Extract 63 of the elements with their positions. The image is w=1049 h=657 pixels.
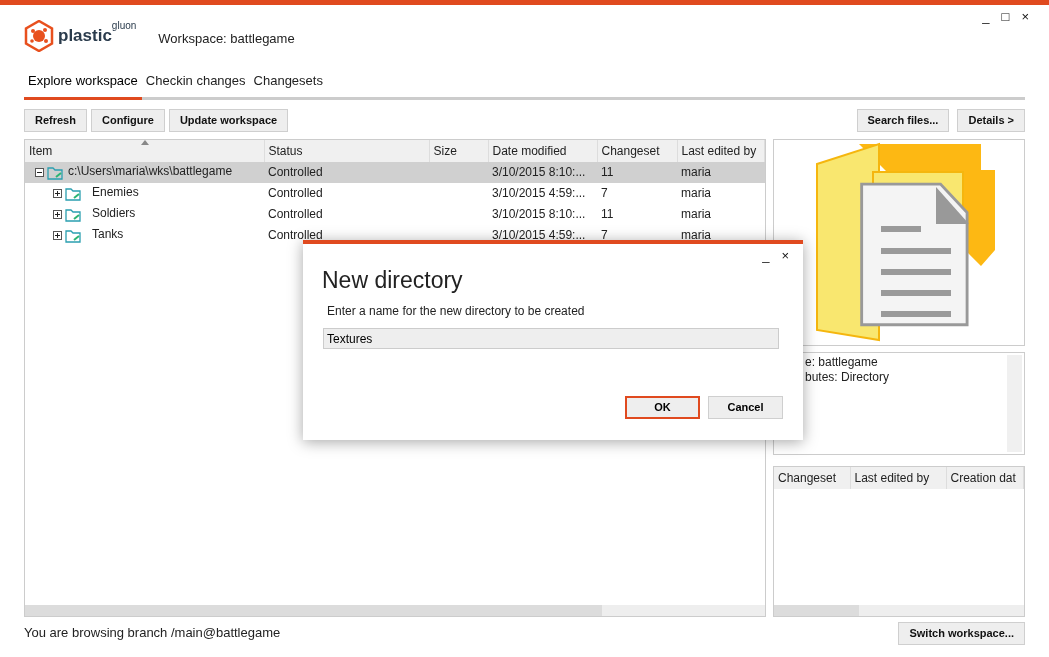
toolbar-button[interactable]: Update workspace <box>168 108 289 132</box>
directory-name-field[interactable]: Textures <box>323 328 779 349</box>
table-row-item[interactable]: Tanks <box>25 224 264 246</box>
table-cell: Controlled <box>264 182 429 204</box>
status-text: You are browsing branch /main@battlegame <box>24 624 281 643</box>
close-button[interactable]: × <box>1015 7 1035 27</box>
close-button[interactable]: × <box>775 246 795 266</box>
column-header[interactable]: Status <box>264 139 429 162</box>
scrollbar[interactable] <box>1007 354 1022 452</box>
table-cell-text: Controlled <box>267 205 324 223</box>
workspace-title: Workspace: battlegame <box>158 30 295 49</box>
minimize-button[interactable]: _ <box>976 7 996 27</box>
dialog-title: New directory <box>322 266 463 294</box>
table-cell-text: Controlled <box>267 226 324 244</box>
table-row-item[interactable]: Enemies <box>25 182 264 204</box>
sort-arrow-icon <box>141 139 149 145</box>
table-cell: Controlled <box>264 161 429 183</box>
column-header[interactable]: Size <box>429 139 488 162</box>
logo-icon <box>24 20 54 52</box>
table-cell: maria <box>677 182 765 204</box>
tab[interactable]: Changesets <box>249 69 327 97</box>
item-name: Tanks <box>92 226 124 241</box>
toolbar-button[interactable]: Configure <box>90 108 165 132</box>
column-header[interactable]: Date modified <box>488 139 597 162</box>
table-cell-text: 3/10/2015 4:59:... <box>491 226 587 244</box>
info-text: butes: Directory <box>805 369 891 385</box>
dialog-button[interactable]: Cancel <box>708 396 783 419</box>
table-cell-text: 11 <box>600 205 615 223</box>
logo-text: plastic <box>58 26 112 48</box>
maximize-button[interactable]: □ <box>995 7 1016 27</box>
column-header[interactable]: Changeset <box>774 466 850 489</box>
column-header[interactable]: Creation dat <box>946 466 1024 489</box>
table-cell: 7 <box>597 182 677 204</box>
scrollbar[interactable] <box>774 604 1024 616</box>
table-row-item[interactable]: c:\Users\maria\wks\battlegame <box>25 161 264 183</box>
item-name: c:\Users\maria\wks\battlegame <box>68 163 233 178</box>
column-header[interactable]: Last edited by <box>850 466 946 489</box>
table-cell-text: maria <box>680 226 712 244</box>
toolbar-button[interactable]: Details > <box>957 108 1025 132</box>
dialog-prompt: Enter a name for the new directory to be created <box>327 303 585 320</box>
table-cell-text: 7 <box>600 226 609 244</box>
column-header[interactable]: Changeset <box>597 139 677 162</box>
table-cell: 3/10/2015 8:10:... <box>488 161 597 183</box>
scrollbar[interactable] <box>25 604 765 616</box>
logo-suffix: gluon <box>111 19 137 31</box>
tab[interactable]: Checkin changes <box>141 69 250 97</box>
tab[interactable]: Explore workspace <box>24 69 142 97</box>
info-text: e: battlegame <box>805 354 879 370</box>
table-cell: maria <box>677 161 765 183</box>
dialog-button[interactable]: OK <box>625 396 700 419</box>
table-row-item[interactable]: Soldiers <box>25 203 264 225</box>
item-name: Enemies <box>92 184 139 199</box>
table-cell-text: 3/10/2015 8:10:... <box>491 205 587 223</box>
table-cell: 11 <box>597 161 677 183</box>
minimize-button[interactable]: _ <box>756 246 776 266</box>
column-header[interactable]: Last edited by <box>677 139 765 162</box>
switch-workspace-button[interactable]: Switch workspace... <box>898 621 1025 645</box>
table-cell-text: maria <box>680 205 712 223</box>
item-name: Soldiers <box>92 205 136 220</box>
toolbar-button[interactable]: Search files... <box>856 108 950 132</box>
toolbar-button[interactable]: Refresh <box>24 108 87 132</box>
column-header[interactable]: Item <box>25 139 264 162</box>
table-cell: 3/10/2015 4:59:... <box>488 182 597 204</box>
